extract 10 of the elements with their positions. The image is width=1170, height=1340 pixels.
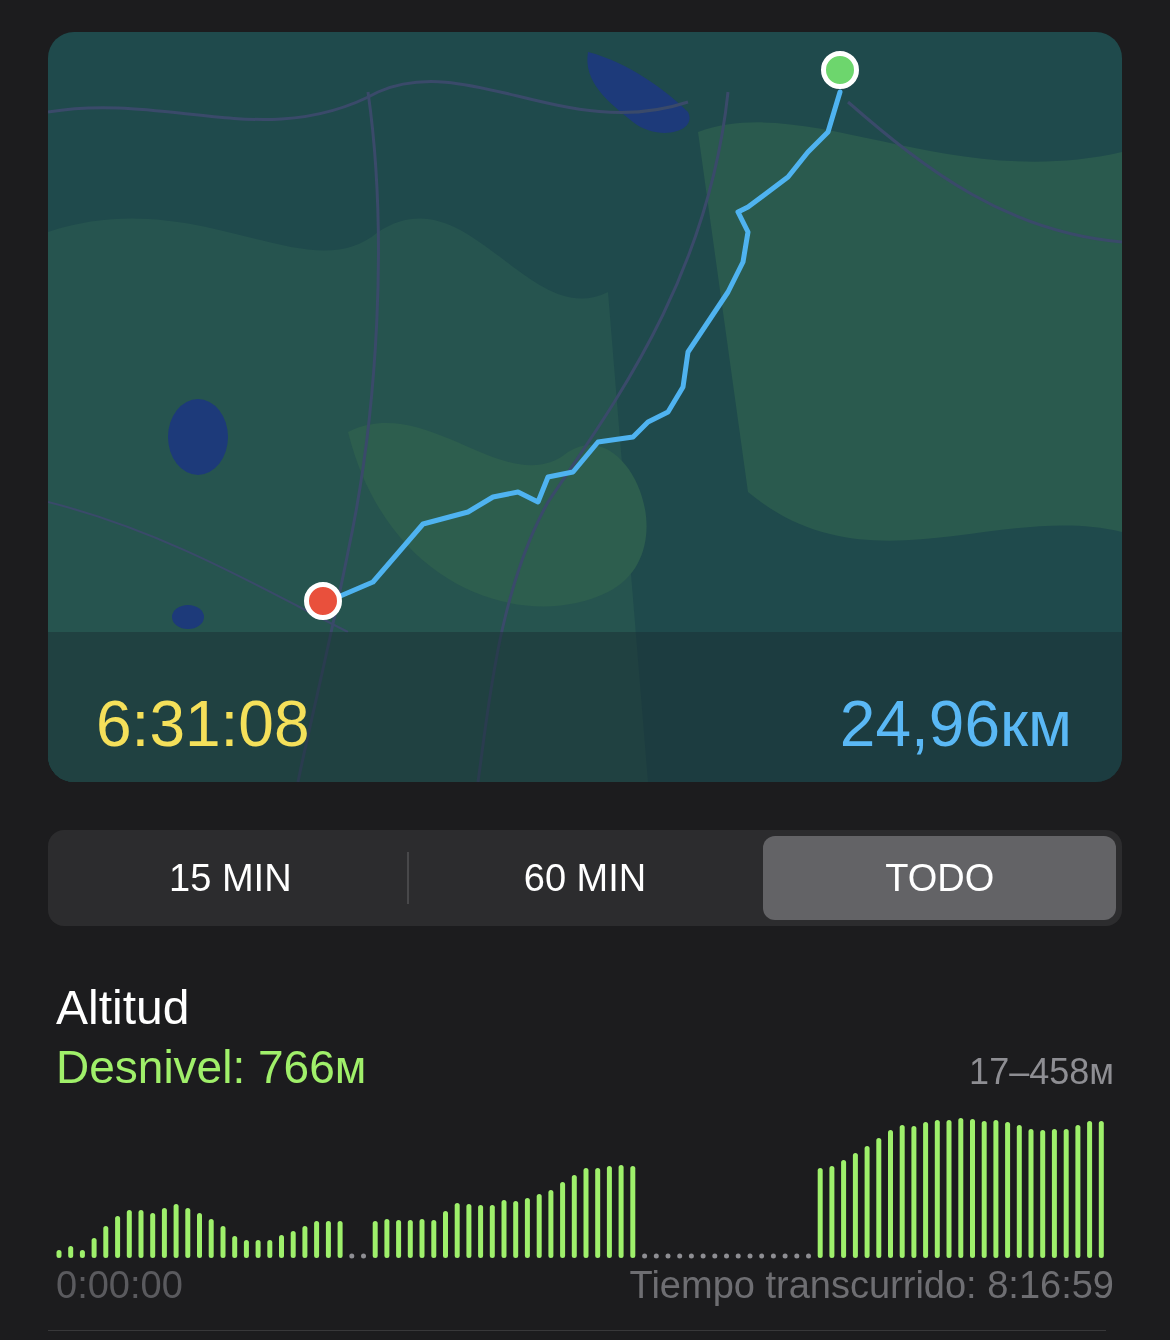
start-time: 0:00:00 bbox=[56, 1266, 183, 1304]
range-tab[interactable]: 60 MIN bbox=[408, 836, 762, 920]
range-tab[interactable]: TODO bbox=[763, 836, 1116, 920]
duration-value: 6:31:08 bbox=[96, 692, 310, 756]
range-tab[interactable]: 15 MIN bbox=[54, 836, 407, 920]
section-title: Altitud bbox=[56, 984, 191, 1032]
elapsed-time: Tiempo transcurrido: 8:16:59 bbox=[629, 1266, 1114, 1304]
distance-value: 24,96км bbox=[839, 692, 1072, 756]
altitude-range: 17–458м bbox=[969, 1054, 1114, 1090]
elevation-gain: Desnivel: 766м bbox=[56, 1044, 367, 1090]
